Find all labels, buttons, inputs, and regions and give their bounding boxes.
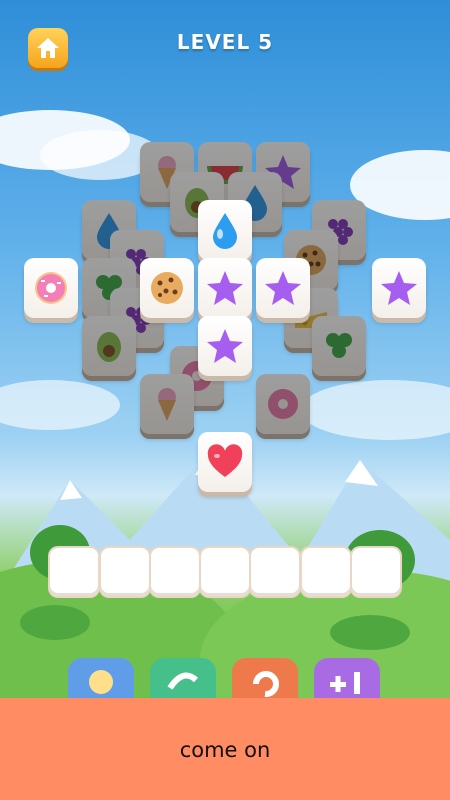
tray-slot <box>151 548 199 596</box>
bush <box>20 605 90 640</box>
level-title: LEVEL 5 <box>176 30 274 54</box>
tile-avocado <box>82 316 136 376</box>
tile-star[interactable] <box>372 258 426 318</box>
tray-slot <box>50 548 98 596</box>
tile-star[interactable] <box>256 258 310 318</box>
tile-star[interactable] <box>198 258 252 318</box>
tray-slot <box>101 548 149 596</box>
tray-slot <box>251 548 299 596</box>
tile-water-drop[interactable] <box>198 200 252 260</box>
tray-slot <box>352 548 400 596</box>
tile-heart[interactable] <box>198 432 252 492</box>
tile-ice-cream <box>140 374 194 434</box>
tile-donut[interactable] <box>24 258 78 318</box>
tile-star[interactable] <box>198 316 252 376</box>
bush <box>330 615 410 650</box>
undo-icon <box>253 671 279 698</box>
tray-slot <box>201 548 249 596</box>
hint-bulb-icon <box>89 670 113 694</box>
subtitle-text: come on <box>179 738 271 762</box>
tile-donut <box>256 374 310 434</box>
tile-cookie[interactable] <box>140 258 194 318</box>
tray-slot <box>302 548 350 596</box>
plus-one-icon <box>330 672 360 694</box>
shuffle-icon <box>167 672 199 690</box>
tile-clover <box>312 316 366 376</box>
